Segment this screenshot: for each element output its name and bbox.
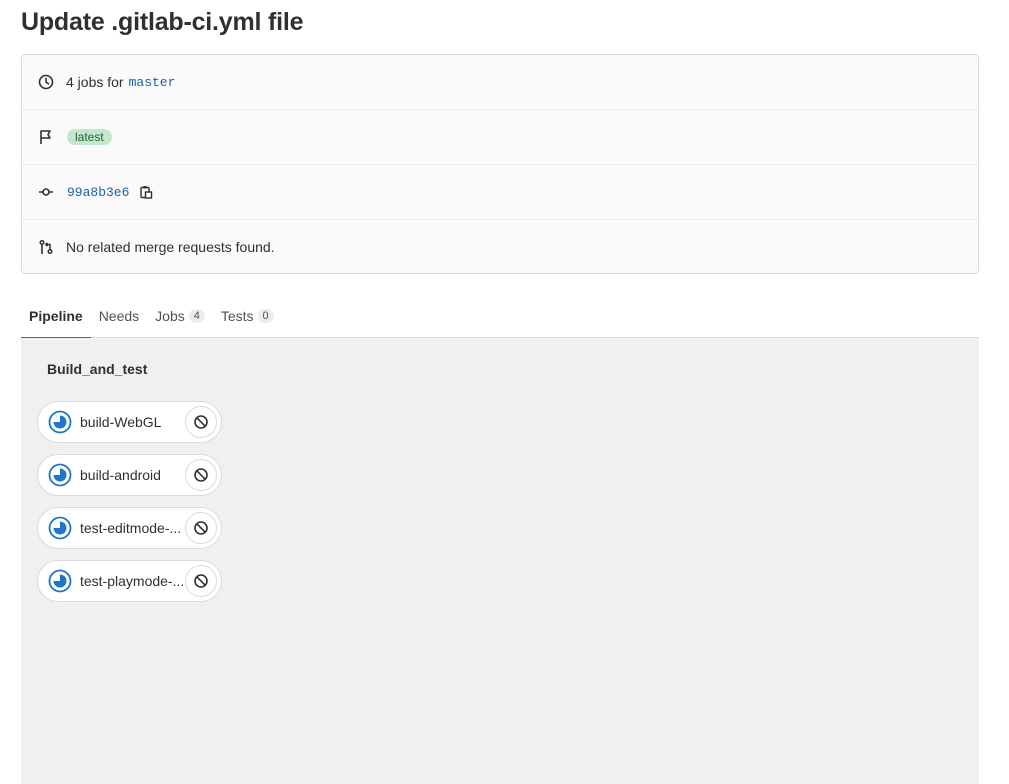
running-icon bbox=[48, 516, 72, 540]
cancel-icon bbox=[194, 521, 208, 535]
commit-sha-link[interactable]: 99a8b3e6 bbox=[67, 185, 129, 200]
tests-count-badge: 0 bbox=[257, 309, 274, 323]
jobs-row: 4 jobs for master bbox=[22, 55, 978, 110]
cancel-button[interactable] bbox=[185, 459, 217, 491]
pipeline-graph: Build_and_test build-WebGL build-android… bbox=[21, 338, 979, 784]
cancel-icon bbox=[194, 415, 208, 429]
commit-row: 99a8b3e6 bbox=[22, 165, 978, 220]
page-title: Update .gitlab-ci.yml file bbox=[21, 8, 304, 36]
latest-badge: latest bbox=[67, 129, 112, 145]
branch-link[interactable]: master bbox=[129, 75, 176, 90]
running-icon bbox=[48, 410, 72, 434]
tab-jobs[interactable]: Jobs 4 bbox=[147, 294, 213, 338]
tab-needs[interactable]: Needs bbox=[91, 294, 147, 338]
tab-pipeline[interactable]: Pipeline bbox=[21, 294, 91, 339]
running-icon bbox=[48, 463, 72, 487]
cancel-button[interactable] bbox=[185, 512, 217, 544]
merge-request-text: No related merge requests found. bbox=[66, 238, 275, 255]
running-icon bbox=[48, 569, 72, 593]
badge-row: latest bbox=[22, 110, 978, 165]
cancel-button[interactable] bbox=[185, 406, 217, 438]
job-build-webgl[interactable]: build-WebGL bbox=[37, 401, 222, 443]
stage-title: Build_and_test bbox=[47, 361, 148, 377]
pipeline-tabs: Pipeline Needs Jobs 4 Tests 0 bbox=[21, 294, 979, 339]
tab-label: Needs bbox=[98, 308, 140, 324]
job-name: test-playmode-... bbox=[80, 573, 185, 589]
jobs-count-text: 4 jobs for bbox=[66, 74, 124, 90]
commit-icon bbox=[37, 183, 55, 201]
cancel-icon bbox=[194, 468, 208, 482]
job-test-playmode[interactable]: test-playmode-... bbox=[37, 560, 222, 602]
tab-label: Jobs bbox=[155, 308, 185, 324]
tab-label: Pipeline bbox=[29, 308, 83, 324]
job-name: test-editmode-... bbox=[80, 520, 182, 536]
tab-label: Tests bbox=[220, 308, 254, 324]
cancel-icon bbox=[194, 574, 208, 588]
job-test-editmode[interactable]: test-editmode-... bbox=[37, 507, 222, 549]
job-build-android[interactable]: build-android bbox=[37, 454, 222, 496]
job-name: build-WebGL bbox=[80, 414, 162, 430]
clock-icon bbox=[37, 73, 55, 91]
cancel-button[interactable] bbox=[185, 565, 217, 597]
flag-icon bbox=[37, 128, 55, 146]
copy-icon[interactable] bbox=[139, 185, 153, 199]
merge-request-icon bbox=[37, 238, 55, 256]
tab-tests[interactable]: Tests 0 bbox=[213, 294, 282, 338]
job-name: build-android bbox=[80, 467, 161, 483]
jobs-count-badge: 4 bbox=[188, 309, 205, 323]
pipeline-info-card: 4 jobs for master latest 99a8b3e6 No rel… bbox=[21, 54, 979, 274]
merge-request-row: No related merge requests found. bbox=[22, 220, 978, 273]
